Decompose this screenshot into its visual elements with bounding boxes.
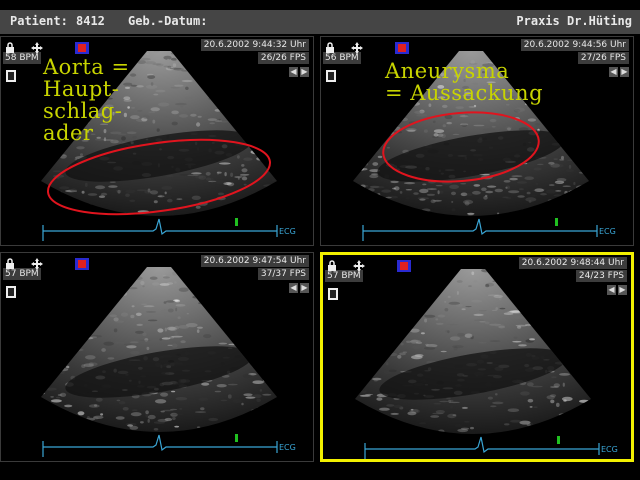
move-icon[interactable] xyxy=(353,257,365,272)
patient-label: Patient: xyxy=(10,14,68,28)
annotation-text: schlag- xyxy=(43,99,123,123)
timestamp: 20.6.2002 9:44:56 Uhr xyxy=(520,39,629,51)
dob-label: Geb.-Datum: xyxy=(128,14,208,28)
arrow-right-icon[interactable]: ▶ xyxy=(618,285,627,295)
arrow-left-icon[interactable]: ◀ xyxy=(607,285,616,295)
ultrasound-fan xyxy=(355,269,591,434)
ultrasound-panel-4[interactable]: 20.6.2002 9:48:44 Uhr 24/23 FPS 57 BPM ◀ ▶ EC… xyxy=(320,252,634,462)
frame-nav: ◀ ▶ xyxy=(609,67,629,77)
frame-nav: ◀ ▶ xyxy=(289,67,309,77)
arrow-left-icon[interactable]: ◀ xyxy=(289,283,298,293)
color-doppler-icon[interactable] xyxy=(395,39,409,54)
frame-nav: ◀ ▶ xyxy=(289,283,309,293)
ecg-label: ECG xyxy=(279,443,296,452)
ecg-marker xyxy=(557,436,560,444)
ecg-trace xyxy=(42,218,278,241)
move-icon[interactable] xyxy=(31,39,43,54)
annotation-text: Haupt- xyxy=(43,77,120,101)
ecg-trace xyxy=(364,436,600,459)
patient-id: 8412 xyxy=(76,14,105,28)
annotation-text: ader xyxy=(43,121,94,145)
ultrasound-panel-3[interactable]: 20.6.2002 9:47:54 Uhr 37/37 FPS 57 BPM ◀ ▶ EC… xyxy=(0,252,314,462)
printer-icon[interactable] xyxy=(6,67,16,82)
arrow-right-icon[interactable]: ▶ xyxy=(300,67,309,77)
ecg-label: ECG xyxy=(601,445,618,454)
ecg-marker xyxy=(235,434,238,442)
ecg-trace xyxy=(362,218,598,241)
fps-readout: 26/26 FPS xyxy=(257,52,309,64)
ecg-marker xyxy=(235,218,238,226)
ultrasound-panel-1[interactable]: 20.6.2002 9:44:32 Uhr 26/26 FPS 58 BPM ◀ ▶ EC… xyxy=(0,36,314,246)
color-doppler-icon[interactable] xyxy=(75,39,89,54)
frame-nav: ◀ ▶ xyxy=(607,285,627,295)
arrow-left-icon[interactable]: ◀ xyxy=(289,67,298,77)
lock-icon[interactable] xyxy=(4,255,16,269)
timestamp: 20.6.2002 9:47:54 Uhr xyxy=(200,255,309,267)
ecg-label: ECG xyxy=(279,227,296,236)
lock-icon[interactable] xyxy=(4,39,16,53)
move-icon[interactable] xyxy=(351,39,363,54)
fps-readout: 24/23 FPS xyxy=(575,270,627,282)
color-doppler-icon[interactable] xyxy=(75,255,89,270)
printer-icon[interactable] xyxy=(328,285,338,300)
arrow-left-icon[interactable]: ◀ xyxy=(609,67,618,77)
ecg-marker xyxy=(555,218,558,226)
ultrasound-fan xyxy=(41,267,277,432)
arrow-right-icon[interactable]: ▶ xyxy=(300,283,309,293)
fps-readout: 37/37 FPS xyxy=(257,268,309,280)
header-bar: Patient: 8412 Geb.-Datum: Praxis Dr.Hüti… xyxy=(0,10,640,34)
annotation-text: Aneurysma xyxy=(385,59,510,83)
ultrasound-image xyxy=(355,269,600,459)
move-icon[interactable] xyxy=(31,255,43,270)
ecg-label: ECG xyxy=(599,227,616,236)
printer-icon[interactable] xyxy=(6,283,16,298)
printer-icon[interactable] xyxy=(326,67,336,82)
annotation-text: = Aussackung xyxy=(385,81,544,105)
arrow-right-icon[interactable]: ▶ xyxy=(620,67,629,77)
lock-icon[interactable] xyxy=(326,257,338,271)
annotation-text: Aorta = xyxy=(43,55,130,79)
ecg-trace xyxy=(42,434,278,457)
ultrasound-image xyxy=(41,267,278,457)
color-doppler-icon[interactable] xyxy=(397,257,411,272)
lock-icon[interactable] xyxy=(324,39,336,53)
ultrasound-panel-2[interactable]: 20.6.2002 9:44:56 Uhr 27/26 FPS 56 BPM ◀ ▶ EC… xyxy=(320,36,634,246)
timestamp: 20.6.2002 9:48:44 Uhr xyxy=(518,257,627,269)
timestamp: 20.6.2002 9:44:32 Uhr xyxy=(200,39,309,51)
practice-name: Praxis Dr.Hüting xyxy=(516,14,632,28)
fps-readout: 27/26 FPS xyxy=(577,52,629,64)
